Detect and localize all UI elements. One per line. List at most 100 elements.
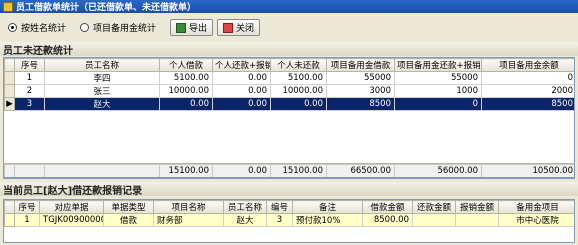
- records-grid[interactable]: 序号 对应单据 单据类型 项目名称 员工名称 编号 备注 借款金额 还款金额 报…: [3, 199, 575, 243]
- col-header[interactable]: 序号: [14, 58, 45, 72]
- table-cell[interactable]: 1000: [394, 84, 482, 98]
- table-cell[interactable]: 10000.00: [159, 84, 213, 98]
- row-indicator[interactable]: [4, 84, 15, 98]
- col-header[interactable]: 编号: [266, 200, 293, 214]
- empty-row: [5, 144, 575, 155]
- table-cell[interactable]: 55000: [394, 71, 482, 85]
- col-header[interactable]: 个人还款+报销: [212, 58, 271, 72]
- empty-cell: [15, 111, 45, 122]
- table-cell[interactable]: 预付款10%: [292, 213, 363, 227]
- table-cell[interactable]: 55000: [326, 71, 395, 85]
- table-cell[interactable]: 0: [481, 71, 574, 85]
- col-header[interactable]: 个人未还款: [270, 58, 327, 72]
- col-header[interactable]: 单据类型: [103, 200, 154, 214]
- table-cell[interactable]: 市中心医院: [498, 213, 574, 227]
- table-cell[interactable]: 5100.00: [159, 71, 213, 85]
- close-button[interactable]: 关闭: [217, 19, 261, 36]
- empty-cell: [5, 144, 15, 155]
- table-cell[interactable]: 2000: [481, 84, 574, 98]
- table-cell[interactable]: TGJK0090000007: [39, 213, 104, 227]
- table-cell[interactable]: 张三: [44, 84, 160, 98]
- empty-cell: [482, 111, 575, 122]
- table-cell[interactable]: [455, 213, 499, 227]
- table-cell[interactable]: 8500: [481, 97, 574, 111]
- table-cell[interactable]: 借款: [103, 213, 154, 227]
- table-cell[interactable]: [412, 213, 456, 227]
- empty-cell: [482, 144, 575, 155]
- table-cell[interactable]: 赵大: [44, 97, 160, 111]
- empty-cell: [160, 144, 213, 155]
- table-cell[interactable]: 8500: [326, 97, 395, 111]
- export-icon: [176, 22, 187, 33]
- empty-cell: [395, 133, 482, 144]
- col-header[interactable]: 还款金额: [412, 200, 456, 214]
- table-cell[interactable]: 财务部: [153, 213, 224, 227]
- col-header[interactable]: 员工名称: [223, 200, 267, 214]
- section-title-records: 当前员工[赵大]借还款报销记录: [0, 182, 578, 197]
- empty-cell: [213, 111, 271, 122]
- col-header[interactable]: 备用金项目: [498, 200, 574, 214]
- empty-cell: [5, 133, 15, 144]
- export-button[interactable]: 导出: [170, 19, 214, 36]
- table-row[interactable]: ▶ 3 赵大 0.00 0.00 0.00 8500 0 8500: [4, 97, 574, 111]
- table-cell[interactable]: 0.00: [212, 97, 271, 111]
- table-row[interactable]: 1TGJK0090000007借款财务部赵大3预付款10%8500.00 市中心医…: [4, 213, 574, 227]
- col-header[interactable]: 对应单据: [39, 200, 104, 214]
- table-cell[interactable]: 0.00: [212, 71, 271, 85]
- empty-cell: [45, 111, 160, 122]
- col-header[interactable]: 报销金额: [455, 200, 499, 214]
- table-cell[interactable]: 3: [266, 213, 293, 227]
- empty-cell: [395, 144, 482, 155]
- empty-cell: [482, 122, 575, 133]
- empty-cell: [327, 144, 395, 155]
- app-icon: [3, 1, 13, 12]
- col-header[interactable]: 员工名称: [44, 58, 160, 72]
- empty-cell: [213, 133, 271, 144]
- radio-unchecked-icon: [80, 23, 90, 32]
- table-cell[interactable]: 1: [14, 71, 45, 85]
- table-cell[interactable]: 3: [14, 97, 45, 111]
- row-indicator[interactable]: [4, 71, 15, 85]
- empty-cell: [271, 144, 327, 155]
- empty-cell: [213, 122, 271, 133]
- table-cell[interactable]: 0.00: [159, 97, 213, 111]
- col-header[interactable]: 借款金额: [362, 200, 413, 214]
- col-header[interactable]: 备注: [292, 200, 363, 214]
- row-indicator[interactable]: [4, 213, 15, 227]
- total-cell: 10500.00: [481, 164, 574, 177]
- empty-row: [5, 111, 575, 122]
- radio-checked-icon: [8, 23, 17, 32]
- total-cell: 15100.00: [159, 164, 213, 177]
- empty-row: [5, 133, 575, 144]
- table-cell[interactable]: 5100.00: [270, 71, 327, 85]
- col-header[interactable]: 项目备用金借款: [326, 58, 395, 72]
- table-cell[interactable]: 1: [14, 213, 40, 227]
- table-cell[interactable]: 0: [394, 97, 482, 111]
- radio-by-name[interactable]: 按姓名统计: [8, 21, 66, 34]
- empty-cell: [213, 144, 271, 155]
- col-header[interactable]: 项目名称: [153, 200, 224, 214]
- table-cell[interactable]: 0.00: [212, 84, 271, 98]
- table-row[interactable]: 1 李四 5100.00 0.00 5100.00 55000 55000 0: [4, 71, 574, 85]
- unpaid-summary-grid[interactable]: 序号 员工名称 个人借款 个人还款+报销 个人未还款 项目备用金借款 项目备用金…: [3, 57, 575, 179]
- col-header[interactable]: 个人借款: [159, 58, 213, 72]
- header-indicator: [4, 200, 15, 214]
- row-indicator: [4, 164, 15, 177]
- col-header[interactable]: 序号: [14, 200, 40, 214]
- table-cell[interactable]: 0.00: [270, 97, 327, 111]
- table-cell[interactable]: 2: [14, 84, 45, 98]
- table2-header-row: 序号 对应单据 单据类型 项目名称 员工名称 编号 备注 借款金额 还款金额 报…: [4, 200, 574, 214]
- col-header[interactable]: 项目备用金还款+报销: [394, 58, 482, 72]
- empty-cell: [45, 144, 160, 155]
- table-cell[interactable]: 李四: [44, 71, 160, 85]
- table-row[interactable]: 2 张三 10000.00 0.00 10000.00 3000 1000 2000: [4, 84, 574, 98]
- table-cell[interactable]: 赵大: [223, 213, 267, 227]
- table-cell[interactable]: 8500.00: [362, 213, 413, 227]
- empty-cell: [271, 122, 327, 133]
- row-pointer-icon[interactable]: ▶: [4, 97, 15, 111]
- empty-cell: [482, 133, 575, 144]
- col-header[interactable]: 项目备用金余额: [481, 58, 574, 72]
- table-cell[interactable]: 3000: [326, 84, 395, 98]
- radio-by-project[interactable]: 项目备用金统计: [80, 21, 156, 34]
- table-cell[interactable]: 10000.00: [270, 84, 327, 98]
